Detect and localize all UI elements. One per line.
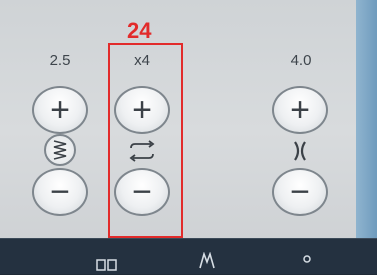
grid-icon[interactable]	[96, 258, 118, 275]
stitch-width-icon[interactable]	[44, 134, 76, 166]
control-3-value: 4.0	[290, 52, 312, 69]
control-3-decrease-button[interactable]: −	[272, 168, 328, 216]
mirror-icon[interactable]	[196, 251, 218, 273]
side-scroll-strip[interactable]	[356, 0, 377, 238]
callout-number: 24	[127, 18, 152, 43]
plus-icon: +	[50, 91, 70, 129]
control-1-value: 2.5	[49, 52, 71, 69]
stitch-length-icon	[282, 133, 318, 169]
control-2-increase-button[interactable]: +	[114, 86, 170, 134]
control-1: + −	[32, 86, 88, 218]
control-3-increase-button[interactable]: +	[272, 86, 328, 134]
control-3: + −	[272, 86, 328, 218]
control-2: + −	[114, 86, 170, 218]
control-1-decrease-button[interactable]: −	[32, 168, 88, 216]
minus-icon: −	[132, 173, 152, 211]
plus-icon: +	[290, 91, 310, 129]
info-icon[interactable]	[300, 254, 314, 273]
control-2-decrease-button[interactable]: −	[114, 168, 170, 216]
repeat-icon	[124, 133, 160, 169]
control-2-value: x4	[134, 52, 150, 69]
minus-icon: −	[290, 173, 310, 211]
control-1-increase-button[interactable]: +	[32, 86, 88, 134]
plus-icon: +	[132, 91, 152, 129]
minus-icon: −	[50, 173, 70, 211]
bottom-toolbar	[0, 238, 377, 274]
